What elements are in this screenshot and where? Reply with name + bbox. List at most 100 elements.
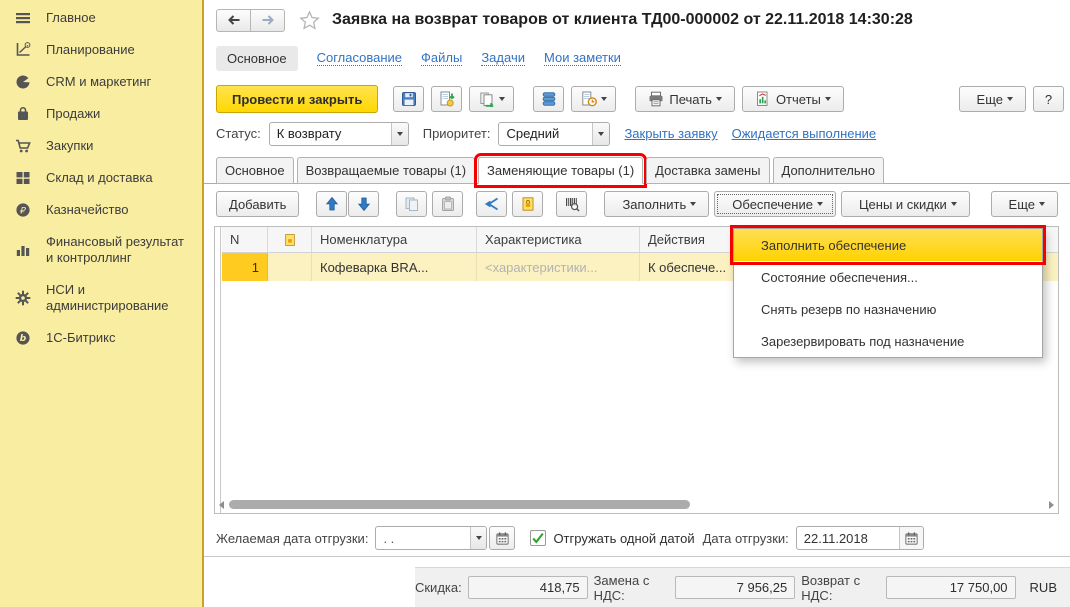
create-based-on-icon	[479, 91, 495, 107]
nav-link-approval[interactable]: Согласование	[317, 50, 402, 66]
help-button[interactable]: ?	[1033, 86, 1064, 112]
create-based-on-button[interactable]	[469, 86, 514, 112]
nav-link-notes[interactable]: Мои заметки	[544, 50, 621, 66]
sidebar-item-label: Финансовый результат и контроллинг	[46, 234, 194, 266]
supply-button[interactable]: Обеспечение	[714, 191, 836, 217]
tab-main[interactable]: Основное	[216, 157, 294, 184]
priority-select[interactable]: Средний	[498, 122, 610, 146]
column-header-flag[interactable]	[268, 227, 312, 252]
menu-item-reserve-assignment[interactable]: Зарезервировать под назначение	[734, 325, 1042, 357]
add-row-button[interactable]: Добавить	[216, 191, 299, 217]
execution-state-link[interactable]: Ожидается выполнение	[732, 126, 877, 141]
sidebar: Главное Планирование CRM и маркетинг Про…	[0, 0, 204, 607]
row-nomenclature-cell[interactable]: Кофеварка BRA...	[312, 253, 477, 281]
single-date-checkbox[interactable]	[530, 530, 546, 546]
desired-date-dropdown-button[interactable]	[470, 527, 486, 549]
table-toolbar: Добавить Заполнить Обеспечение Цены и ск…	[216, 189, 1058, 219]
ruble-circle-icon: ₽	[13, 202, 33, 218]
nav-link-tasks[interactable]: Задачи	[481, 50, 525, 66]
sidebar-item-crm[interactable]: CRM и маркетинг	[0, 66, 202, 98]
sidebar-item-label: Планирование	[46, 42, 135, 58]
reports-button[interactable]: Отчеты	[742, 86, 844, 112]
table-more-button[interactable]: Еще	[991, 191, 1058, 217]
menu-item-fill-supply[interactable]: Заполнить обеспечение	[734, 229, 1042, 261]
svg-text:₽: ₽	[19, 206, 26, 216]
nav-link-files[interactable]: Файлы	[421, 50, 462, 66]
document-history-button[interactable]	[571, 86, 616, 112]
chevron-down-icon	[499, 97, 505, 101]
back-button[interactable]	[216, 9, 251, 32]
priority-dropdown-button[interactable]	[592, 123, 609, 145]
ship-date-value[interactable]: 22.11.2018	[797, 527, 899, 549]
row-number-cell[interactable]: 1	[222, 253, 268, 281]
ship-date-field[interactable]: 22.11.2018	[796, 526, 924, 550]
discount-value-field: 418,75	[468, 576, 588, 599]
sidebar-item-sales[interactable]: Продажи	[0, 98, 202, 130]
print-button[interactable]: Печать	[635, 86, 735, 112]
scrollbar-thumb[interactable]	[229, 500, 690, 509]
more-button[interactable]: Еще	[959, 86, 1026, 112]
sidebar-item-planning[interactable]: Планирование	[0, 34, 202, 66]
sidebar-item-label: Склад и доставка	[46, 170, 153, 186]
tab-additional[interactable]: Дополнительно	[773, 157, 885, 184]
horizontal-scrollbar[interactable]	[217, 499, 1056, 511]
row-characteristic-cell[interactable]: <характеристики...	[477, 253, 640, 281]
desired-date-field[interactable]: . .	[375, 526, 487, 550]
chevron-down-icon	[716, 97, 722, 101]
sidebar-item-label: CRM и маркетинг	[46, 74, 151, 90]
column-header-n[interactable]: N	[222, 227, 268, 252]
assign-button[interactable]	[476, 191, 507, 217]
row-flag-cell[interactable]	[268, 253, 312, 281]
forward-button[interactable]	[250, 9, 285, 32]
post-and-close-button[interactable]: Провести и закрыть	[216, 85, 378, 113]
menu-item-remove-reserve[interactable]: Снять резерв по назначению	[734, 293, 1042, 325]
paste-row-button[interactable]	[432, 191, 463, 217]
chevron-down-icon	[951, 202, 957, 206]
tab-replacement-delivery[interactable]: Доставка замены	[646, 157, 769, 184]
sidebar-item-purchases[interactable]: Закупки	[0, 130, 202, 162]
tab-replacement-goods[interactable]: Заменяющие товары (1)	[478, 157, 643, 184]
fill-button[interactable]: Заполнить	[604, 191, 709, 217]
row-actions-cell[interactable]: К обеспече...	[640, 253, 734, 281]
sidebar-item-main[interactable]: Главное	[0, 2, 202, 34]
scroll-right-arrow-icon[interactable]	[1049, 501, 1054, 509]
column-header-actions[interactable]: Действия	[640, 227, 734, 252]
supply-dropdown-menu: Заполнить обеспечение Состояние обеспече…	[733, 228, 1043, 358]
bar-chart-icon	[13, 242, 33, 258]
document-movements-button[interactable]	[533, 86, 564, 112]
sidebar-item-bitrix[interactable]: b1С-Битрикс	[0, 322, 202, 354]
ship-date-calendar-button[interactable]	[899, 527, 923, 549]
sidebar-item-finance[interactable]: Финансовый результат и контроллинг	[0, 226, 202, 274]
status-select[interactable]: К возврату	[269, 122, 409, 146]
panel-bottom-border	[204, 556, 1070, 557]
desired-date-value[interactable]: . .	[376, 527, 470, 549]
column-header-characteristic[interactable]: Характеристика	[477, 227, 640, 252]
reports-label: Отчеты	[776, 92, 821, 107]
print-label: Печать	[669, 92, 712, 107]
barcode-scan-button[interactable]	[556, 191, 587, 217]
scroll-left-arrow-icon[interactable]	[219, 501, 224, 509]
reserve-doc-button[interactable]	[512, 191, 543, 217]
return-total-label: Возврат с НДС:	[801, 573, 879, 603]
copy-row-button[interactable]	[396, 191, 427, 217]
sidebar-item-treasury[interactable]: ₽Казначейство	[0, 194, 202, 226]
column-header-nomenclature[interactable]: Номенклатура	[312, 227, 477, 252]
menu-icon	[13, 10, 33, 26]
desired-date-calendar-button[interactable]	[489, 526, 515, 550]
sidebar-item-warehouse[interactable]: Склад и доставка	[0, 162, 202, 194]
favorite-star-button[interactable]	[299, 10, 320, 31]
status-dropdown-button[interactable]	[391, 123, 408, 145]
bitrix-icon: b	[13, 330, 33, 346]
menu-item-supply-state[interactable]: Состояние обеспечения...	[734, 261, 1042, 293]
nav-link-main[interactable]: Основное	[216, 46, 298, 71]
post-document-button[interactable]	[431, 86, 462, 112]
tab-returned-goods[interactable]: Возвращаемые товары (1)	[297, 157, 475, 184]
sidebar-item-admin[interactable]: НСИ и администрирование	[0, 274, 202, 322]
save-button[interactable]	[393, 86, 424, 112]
chevron-down-icon	[1007, 97, 1013, 101]
close-request-link[interactable]: Закрыть заявку	[624, 126, 717, 141]
move-up-button[interactable]	[316, 191, 347, 217]
table-splitter[interactable]	[215, 227, 221, 513]
move-down-button[interactable]	[348, 191, 379, 217]
prices-discounts-button[interactable]: Цены и скидки	[841, 191, 970, 217]
